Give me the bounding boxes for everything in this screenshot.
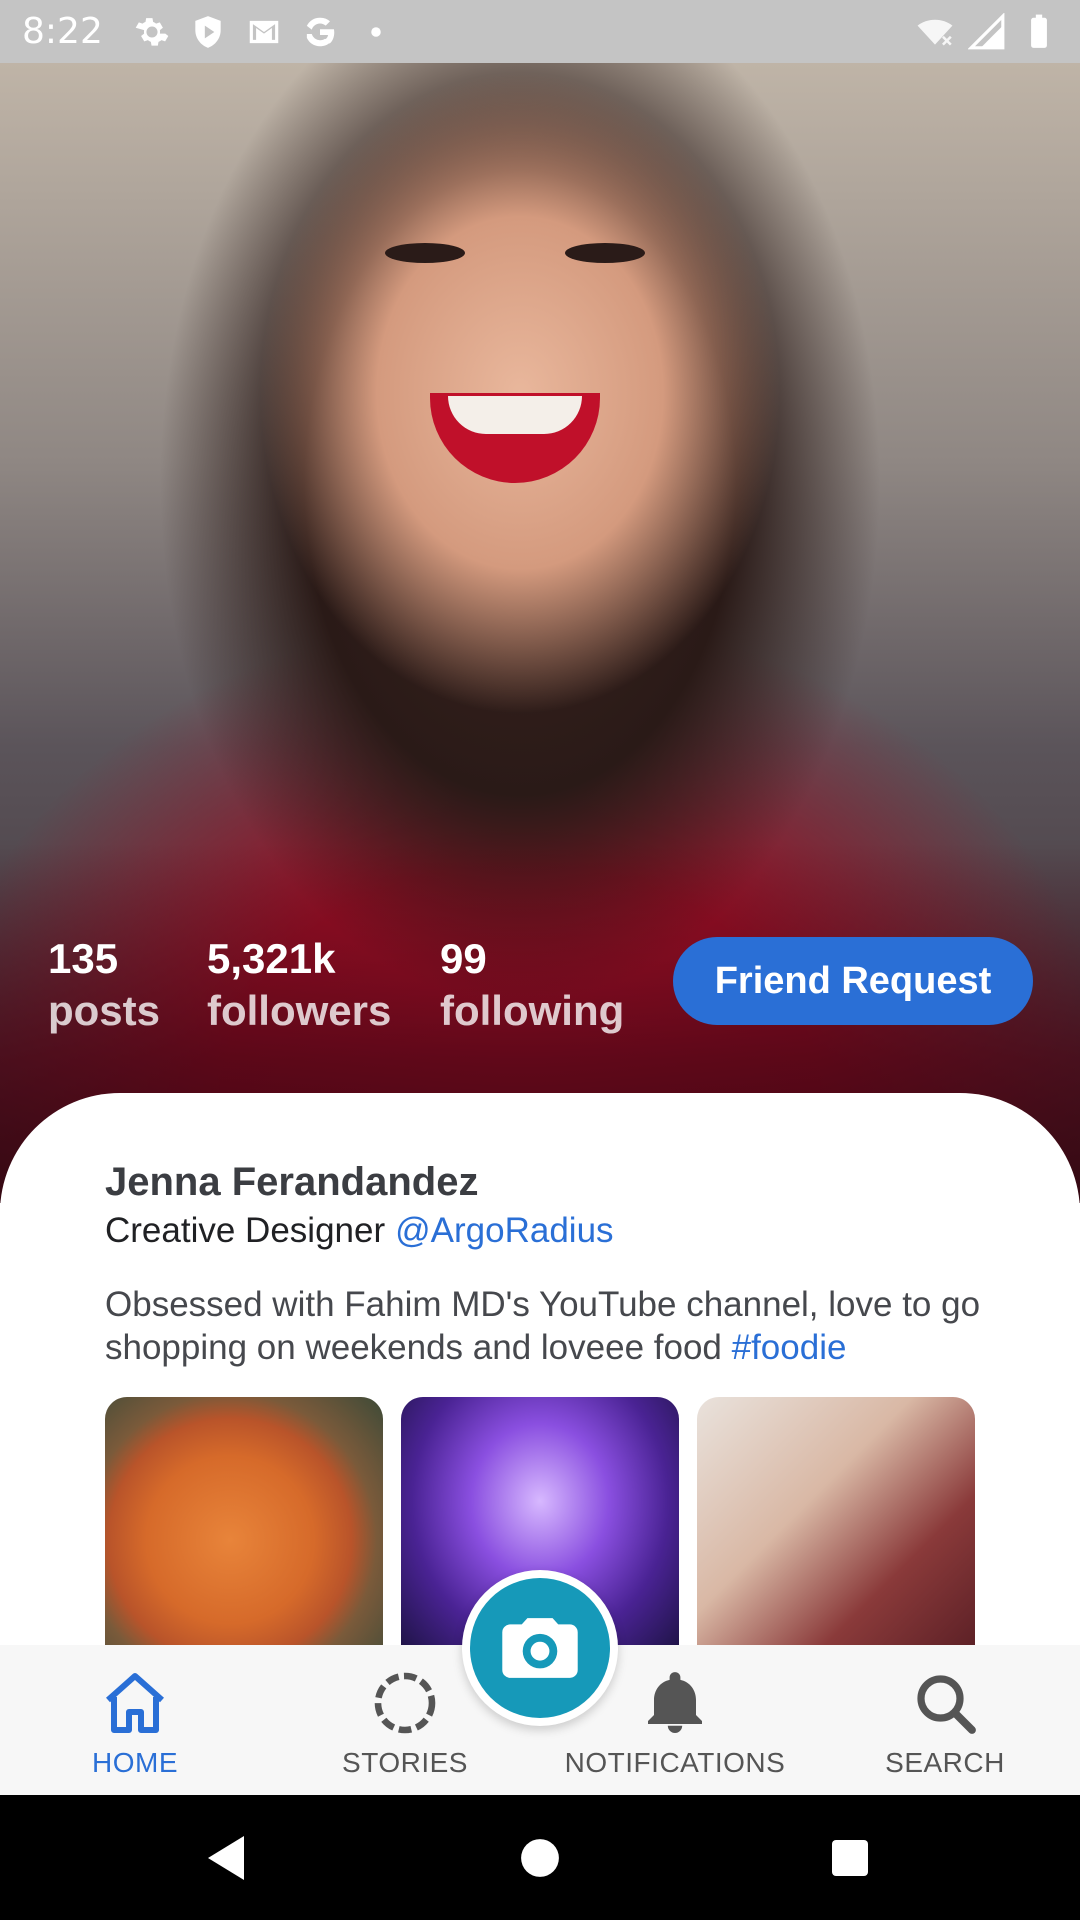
profile-bio: Obsessed with Fahim MD's YouTube channel…	[105, 1283, 985, 1369]
stat-label: following	[440, 987, 625, 1034]
search-icon	[917, 1675, 976, 1734]
stories-icon	[374, 1672, 436, 1734]
stat-following[interactable]: 99 following	[440, 933, 624, 1037]
cover-photo-detail	[448, 396, 582, 434]
stat-value: 99	[440, 935, 487, 982]
stat-label: posts	[48, 987, 161, 1034]
gear-icon	[133, 13, 171, 51]
profile-name: Jenna Ferandandez	[105, 1160, 479, 1204]
signal-icon	[968, 12, 1006, 51]
nav-label-notifications: NOTIFICATIONS	[564, 1747, 786, 1778]
camera-icon	[502, 1618, 578, 1678]
nav-label-home: HOME	[92, 1747, 178, 1778]
friend-request-button[interactable]: Friend Request	[673, 937, 1033, 1025]
wifi-off-icon	[916, 13, 954, 51]
recents-icon[interactable]	[790, 1795, 910, 1920]
nav-label-stories: STORIES	[342, 1747, 468, 1778]
camera-button-fill	[470, 1578, 610, 1718]
profile-role: Creative Designer	[105, 1211, 386, 1250]
stat-followers[interactable]: 5,321k followers	[207, 933, 391, 1037]
post-thumbnail-wine-toast[interactable]	[697, 1397, 975, 1657]
status-time: 8:22	[22, 11, 103, 52]
google-icon	[301, 13, 339, 51]
nav-tab-stories[interactable]: STORIES	[325, 1645, 485, 1795]
cover-photo-detail	[565, 243, 645, 263]
status-bar: 8:22	[0, 0, 1080, 63]
profile-role-line: Creative Designer @ArgoRadius	[105, 1211, 614, 1251]
shield-icon	[189, 13, 227, 51]
nav-label-search: SEARCH	[885, 1747, 1005, 1778]
nav-tab-search[interactable]: SEARCH	[880, 1645, 1010, 1795]
battery-icon	[1020, 13, 1058, 51]
profile-handle-link[interactable]: @ArgoRadius	[395, 1211, 613, 1250]
bio-text: Obsessed with Fahim MD's YouTube channel…	[105, 1285, 981, 1367]
dot-icon	[357, 13, 395, 51]
camera-button[interactable]	[462, 1570, 618, 1726]
stat-value: 5,321k	[207, 935, 336, 982]
back-icon[interactable]	[166, 1795, 286, 1920]
nav-tab-home[interactable]: HOME	[80, 1645, 190, 1795]
stat-posts[interactable]: 135 posts	[48, 933, 160, 1037]
cover-photo-detail	[385, 243, 465, 263]
post-thumbnail-pizza[interactable]	[105, 1397, 383, 1657]
bell-icon	[648, 1672, 702, 1733]
stat-value: 135	[48, 935, 119, 982]
home-circle-icon[interactable]	[480, 1795, 600, 1920]
home-icon	[106, 1673, 164, 1733]
stat-label: followers	[207, 987, 392, 1034]
system-navigation-bar	[0, 1795, 1080, 1920]
bio-hashtag-link[interactable]: #foodie	[732, 1328, 847, 1367]
gmail-icon	[245, 13, 283, 51]
